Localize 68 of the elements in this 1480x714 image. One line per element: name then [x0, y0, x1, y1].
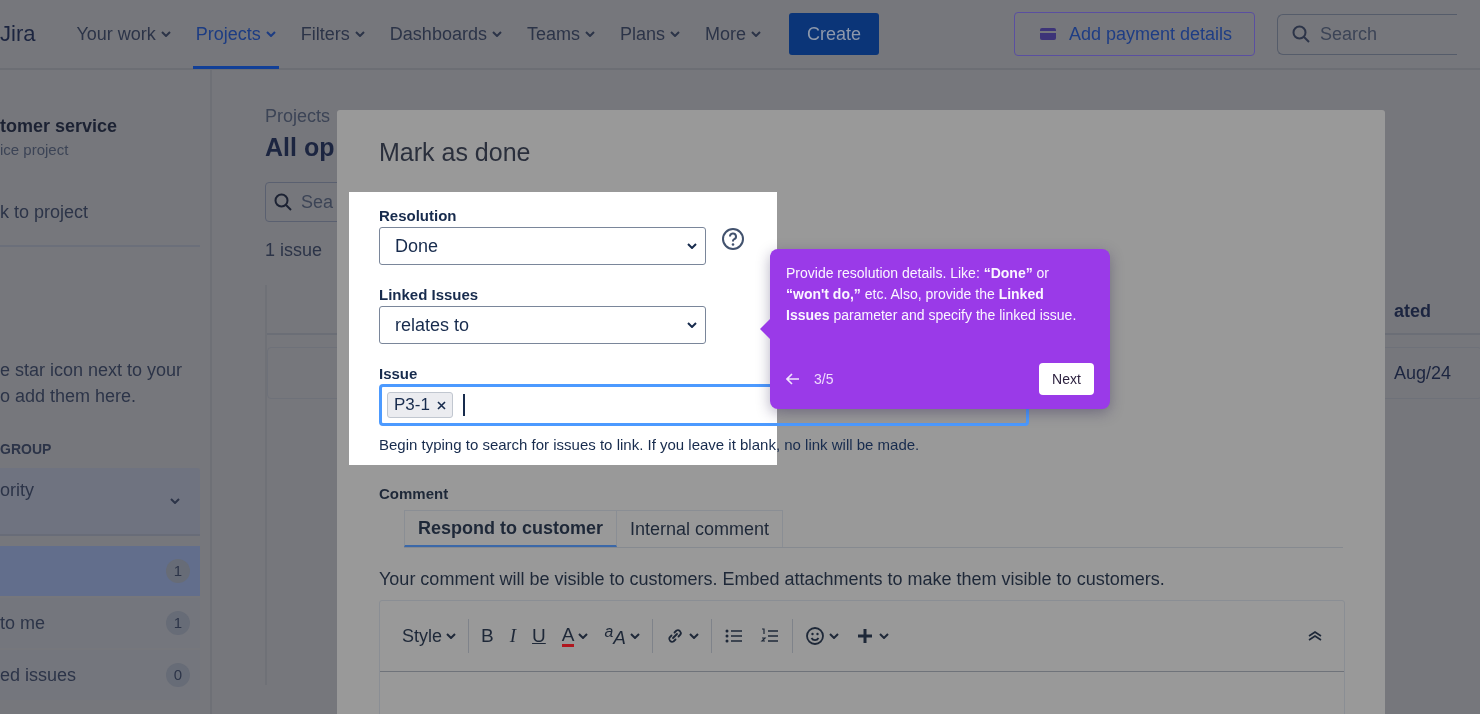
toolbar-button[interactable]: $^{a}$A: [596, 621, 648, 651]
toolbar-button[interactable]: Style: [394, 621, 465, 651]
count-badge: 1: [166, 559, 190, 583]
nav-menu[interactable]: More: [701, 0, 764, 69]
search-icon: [274, 193, 292, 211]
select-field[interactable]: relates to: [379, 306, 706, 344]
remove-icon: [436, 400, 446, 410]
table-cell-text: Aug/24: [1394, 362, 1453, 384]
caret-icon: [170, 498, 180, 504]
toolbar-button[interactable]: A: [553, 621, 597, 651]
nav-menu[interactable]: Filters: [297, 0, 368, 69]
comment-tab[interactable]: Respond to customer: [404, 510, 618, 547]
caret-icon: [687, 322, 697, 328]
nav-menu[interactable]: Plans: [616, 0, 683, 69]
field-label: Linked Issues: [379, 286, 479, 303]
issue-tag[interactable]: P3-1: [387, 392, 453, 418]
count-badge: 0: [166, 663, 190, 687]
caret-icon: [687, 243, 697, 249]
emoji-icon: [804, 626, 825, 646]
caret-icon: [669, 31, 680, 37]
comment-tab[interactable]: Internal comment: [617, 510, 784, 547]
queue-item[interactable]: 1: [0, 546, 200, 596]
field-label: Resolution: [379, 207, 457, 224]
select-field[interactable]: Done: [379, 227, 706, 265]
queue-label: to me: [0, 612, 46, 634]
helper-text: Begin typing to search for issues to link. If you leave it blank, no link will be made.: [379, 436, 920, 453]
issue-count: 1 issue: [265, 240, 323, 261]
step-counter: 3/5: [814, 371, 834, 387]
caret-icon: [491, 31, 502, 37]
nav-menu[interactable]: Dashboards: [386, 0, 505, 69]
search-icon: [1292, 25, 1310, 43]
nav-menu[interactable]: Projects: [192, 0, 279, 69]
next-button[interactable]: Next: [1039, 363, 1094, 395]
arrow-left-icon: [786, 373, 800, 385]
nav-menu[interactable]: Teams: [523, 0, 598, 69]
back-button[interactable]: [786, 373, 800, 385]
queue-label: ed issues: [0, 664, 77, 686]
field-label: Issue: [379, 365, 418, 382]
tooltip-text: Provide resolution details. Like: “Done” or “won't do,” etc. Also, provide the Linked Issues parameter and specify the linked issue.: [786, 264, 1078, 325]
caret-icon: [160, 31, 171, 37]
toolbar-button[interactable]: B: [473, 621, 502, 651]
logo[interactable]: Jira: [0, 21, 36, 47]
group-dropdown[interactable]: ority: [0, 468, 200, 536]
count-badge: 1: [166, 611, 190, 635]
create-button[interactable]: Create: [789, 13, 879, 55]
column-header[interactable]: ated: [1394, 300, 1480, 322]
field-label: Comment: [379, 485, 449, 502]
dialog-title: Mark as done: [379, 138, 531, 167]
caret-icon: [584, 31, 595, 37]
caret-icon: [354, 31, 365, 37]
back-link[interactable]: k to project: [0, 202, 210, 223]
nav-menu[interactable]: Your work: [73, 0, 174, 69]
starred-hint: e star icon next to your o add them here.: [0, 359, 184, 408]
search-field[interactable]: Search: [1277, 13, 1457, 55]
card-icon: [1039, 27, 1057, 41]
page-title: All op: [265, 133, 335, 162]
toolbar-button[interactable]: U: [524, 621, 554, 651]
comment-note: Your comment will be visible to customers. Embed attachments to make them visible to customers.: [379, 569, 1165, 590]
caret-icon: [265, 31, 276, 37]
toolbar-button[interactable]: I: [501, 621, 525, 651]
chevrons-up-icon: [1308, 631, 1322, 641]
caret-icon: [751, 31, 761, 37]
payment-button[interactable]: Add payment details: [1014, 12, 1255, 56]
project-type: ice project: [0, 141, 70, 158]
breadcrumb[interactable]: Projects: [265, 106, 331, 127]
text-cursor: [462, 394, 465, 416]
project-name: tomer service: [0, 116, 119, 137]
section-heading: GROUP: [0, 441, 53, 457]
